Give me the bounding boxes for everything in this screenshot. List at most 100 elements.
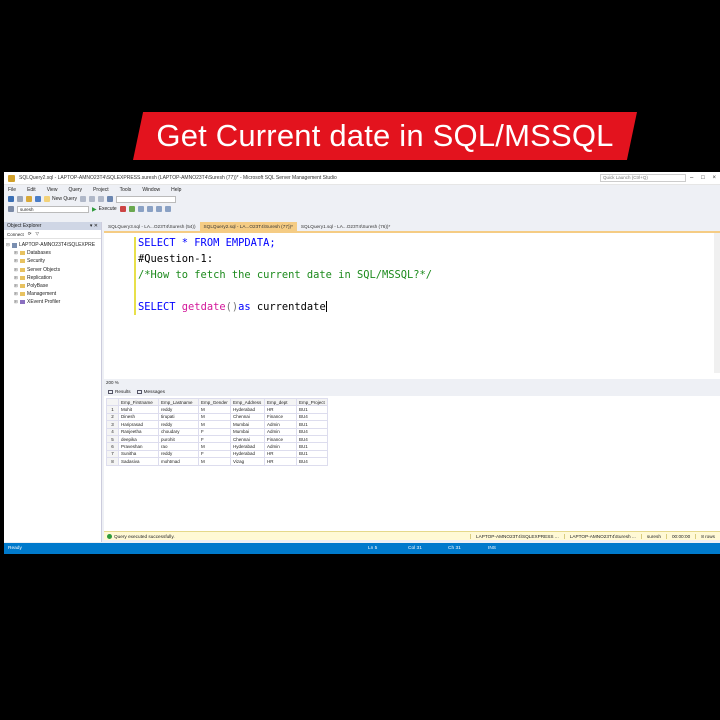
- table-cell[interactable]: purohit: [158, 434, 199, 444]
- table-cell[interactable]: deepika: [118, 434, 159, 444]
- table-cell[interactable]: reddy: [158, 449, 199, 459]
- table-row[interactable]: 6 Praveshan rao M Hyderabad Admin BU1: [106, 442, 328, 451]
- table-cell[interactable]: M: [198, 420, 231, 429]
- table-row[interactable]: 3 Hariprasad reddy M Mumbai Admin BU1: [106, 420, 328, 429]
- tree-node-server-objects[interactable]: ⊞ Server Objects: [6, 266, 99, 274]
- indent-icon[interactable]: [164, 206, 171, 212]
- table-cell[interactable]: M: [198, 412, 231, 422]
- close-icon[interactable]: ×: [712, 175, 716, 181]
- table-cell[interactable]: Mumbai: [230, 420, 265, 429]
- database-select[interactable]: suresh: [17, 205, 89, 213]
- table-cell[interactable]: F: [198, 434, 231, 444]
- tree-node-management[interactable]: ⊞ Management: [6, 290, 99, 298]
- table-cell[interactable]: Dinesh: [118, 412, 159, 422]
- row-number-cell[interactable]: 5: [106, 434, 119, 444]
- table-cell[interactable]: Hyderabad: [230, 449, 265, 459]
- paste-icon[interactable]: [98, 196, 105, 202]
- table-cell[interactable]: tirupati: [158, 412, 199, 422]
- row-number-cell[interactable]: 8: [106, 457, 119, 466]
- table-cell[interactable]: Chennai: [230, 412, 265, 422]
- minimize-icon[interactable]: –: [690, 175, 693, 181]
- connect-icon[interactable]: [8, 206, 14, 212]
- menu-edit[interactable]: Edit: [27, 187, 36, 193]
- table-cell[interactable]: BU4: [296, 434, 328, 444]
- results-table[interactable]: Emp_Firstname Emp_Lastname Emp_Gender Em…: [106, 397, 328, 466]
- maximize-icon[interactable]: □: [701, 175, 705, 181]
- table-row[interactable]: 7 Sunitha reddy F Hyderabad HR BU1: [106, 449, 328, 459]
- tree-node-polybase[interactable]: ⊞ PolyBase: [6, 282, 99, 290]
- execute-button[interactable]: ▶ Execute: [92, 206, 117, 213]
- forward-icon[interactable]: [17, 196, 23, 202]
- column-header[interactable]: Emp_Address: [230, 397, 265, 407]
- table-cell[interactable]: BU1: [296, 420, 328, 429]
- menu-help[interactable]: Help: [171, 187, 181, 193]
- parse-icon[interactable]: [128, 206, 135, 212]
- table-row[interactable]: 2 Dinesh tirupati M Chennai Finance BU4: [106, 412, 328, 422]
- tree-node-security[interactable]: ⊞ Security: [6, 257, 99, 265]
- table-cell[interactable]: Mohit: [118, 405, 159, 414]
- comment-icon[interactable]: [155, 206, 162, 212]
- cancel-query-icon[interactable]: [119, 206, 126, 212]
- pin-icon[interactable]: ▾ ✕: [90, 222, 98, 230]
- table-cell[interactable]: F: [198, 427, 231, 436]
- menu-window[interactable]: Window: [142, 187, 160, 193]
- table-cell[interactable]: BU4: [296, 457, 328, 466]
- new-query-button[interactable]: New Query: [44, 196, 77, 202]
- back-icon[interactable]: [8, 196, 14, 202]
- save-icon[interactable]: [35, 196, 41, 202]
- table-cell[interactable]: BU4: [296, 427, 328, 436]
- table-cell[interactable]: Praveshan: [118, 442, 159, 451]
- table-cell[interactable]: reddy: [158, 420, 199, 429]
- table-cell[interactable]: HR: [264, 449, 297, 459]
- table-row[interactable]: 1 Mohit reddy M Hyderabad HR BU1: [106, 405, 328, 414]
- undo-icon[interactable]: [107, 196, 114, 202]
- menu-project[interactable]: Project: [93, 187, 109, 193]
- table-cell[interactable]: HR: [264, 405, 297, 414]
- table-cell[interactable]: Hyderabad: [230, 405, 265, 414]
- table-cell[interactable]: Finance: [264, 434, 297, 444]
- table-cell[interactable]: choudary: [158, 427, 199, 436]
- row-number-cell[interactable]: 3: [106, 420, 119, 429]
- tab-sqlquery1[interactable]: SQLQuery1.sql - LA...O23T4\Suresh (76))*: [297, 222, 394, 231]
- table-row[interactable]: 8 Sadasiva mohtmad M Vizag HR BU4: [106, 457, 328, 466]
- table-cell[interactable]: rao: [158, 442, 199, 451]
- menu-view[interactable]: View: [47, 187, 58, 193]
- table-cell[interactable]: BU1: [296, 449, 328, 459]
- quick-launch-input[interactable]: Quick Launch (Ctrl+Q): [600, 174, 686, 182]
- menu-query[interactable]: Query: [68, 187, 82, 193]
- row-number-cell[interactable]: 2: [106, 412, 119, 422]
- table-cell[interactable]: Sunitha: [118, 449, 159, 459]
- row-number-cell[interactable]: 7: [106, 449, 119, 459]
- table-row[interactable]: 5 deepika purohit F Chennai Finance BU4: [106, 434, 328, 444]
- tab-messages[interactable]: Messages: [136, 389, 165, 394]
- table-cell[interactable]: BU4: [296, 412, 328, 422]
- table-cell[interactable]: Mumbai: [230, 427, 265, 436]
- table-row[interactable]: 4 Ranjeetha choudary F Mumbai Admin BU4: [106, 427, 328, 436]
- table-cell[interactable]: mohtmad: [158, 457, 199, 466]
- column-header[interactable]: Emp_Project: [296, 397, 328, 407]
- table-cell[interactable]: Sadasiva: [118, 457, 159, 466]
- tree-node-databases[interactable]: ⊞ Databases: [6, 249, 99, 257]
- editor-scrollbar[interactable]: [714, 233, 720, 373]
- tab-results[interactable]: Results: [108, 389, 131, 394]
- refresh-icon[interactable]: ⟳: [28, 231, 32, 237]
- results-grid[interactable]: Emp_Firstname Emp_Lastname Emp_Gender Em…: [104, 396, 720, 531]
- query-editor[interactable]: SELECT * FROM EMPDATA; #Question-1: /*How …: [104, 231, 720, 379]
- results-grid-icon[interactable]: [137, 206, 144, 212]
- row-number-cell[interactable]: 6: [106, 442, 119, 451]
- filter-icon[interactable]: ▽: [36, 231, 39, 237]
- column-header[interactable]: Emp_Gender: [198, 397, 231, 407]
- table-cell[interactable]: M: [198, 405, 231, 414]
- table-cell[interactable]: Admin: [264, 427, 297, 436]
- search-combo[interactable]: [116, 195, 177, 203]
- connect-dropdown[interactable]: Connect: [7, 232, 24, 237]
- table-cell[interactable]: HR: [264, 457, 297, 466]
- row-number-cell[interactable]: 4: [106, 427, 119, 436]
- table-cell[interactable]: M: [198, 442, 231, 451]
- results-text-icon[interactable]: [146, 206, 153, 212]
- menu-tools[interactable]: Tools: [120, 187, 132, 193]
- open-icon[interactable]: [26, 196, 32, 202]
- column-header[interactable]: Emp_Lastname: [158, 397, 199, 407]
- table-cell[interactable]: Admin: [264, 442, 297, 451]
- table-cell[interactable]: Vizag: [230, 457, 265, 466]
